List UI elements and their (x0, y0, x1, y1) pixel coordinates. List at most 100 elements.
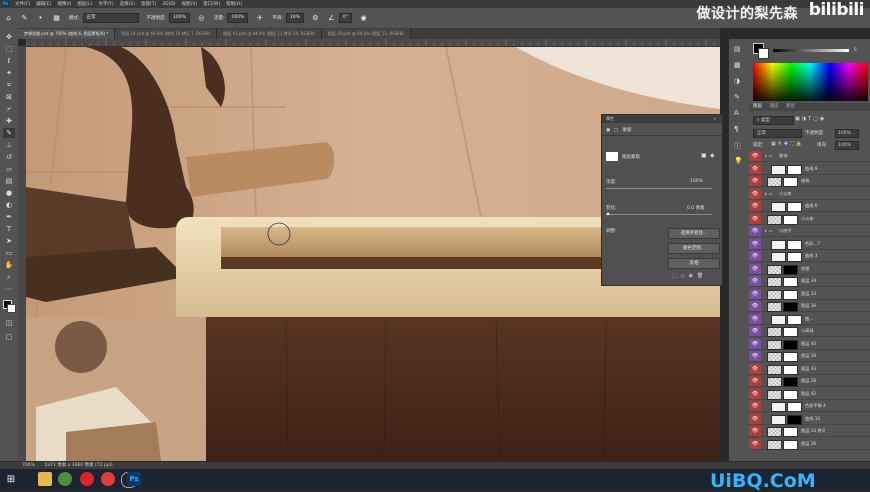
chrome-icon[interactable] (58, 472, 72, 486)
frame-tool-icon[interactable]: ⊠ (3, 92, 15, 102)
layer-row[interactable]: 👁 图层 43 (749, 363, 870, 375)
layer-row[interactable]: 👁 色彩...7 (749, 238, 870, 250)
dodge-tool-icon[interactable]: ◐ (3, 200, 15, 210)
eye-icon[interactable]: 👁 (749, 426, 761, 436)
eye-icon[interactable]: 👁 (749, 188, 761, 199)
mask-thumbnail[interactable] (787, 202, 802, 212)
mask-thumbnail[interactable] (787, 314, 802, 325)
tab-document[interactable]: 图层 15.psb @ 64.4% (图层 11 拷贝 20, RGB/8) (217, 29, 322, 39)
menu-file[interactable]: 文件(F) (15, 1, 30, 7)
eye-icon[interactable]: 👁 (749, 413, 761, 424)
mask-thumbnail[interactable] (783, 302, 798, 312)
mask-thumbnail[interactable] (787, 414, 802, 425)
menu-filter[interactable]: 滤镜(T) (141, 1, 156, 7)
layer-name[interactable]: 图层 40 (801, 339, 816, 349)
mask-thumbnail[interactable] (783, 364, 798, 375)
mask-thumbnail[interactable] (787, 402, 802, 412)
layer-row[interactable]: 👁 图层 36 (749, 301, 870, 312)
light-bulb-icon[interactable]: 💡 (734, 157, 743, 165)
brush-settings-icon[interactable]: ✎ (734, 93, 740, 101)
tab-layers[interactable]: 图层 (753, 104, 762, 109)
eye-icon[interactable]: 👁 (749, 276, 761, 286)
shape-tool-icon[interactable]: ▭ (3, 248, 15, 258)
layer-name[interactable]: 图层 14 拷贝 (801, 426, 826, 436)
eye-icon[interactable]: 👁 (749, 351, 761, 361)
eye-icon[interactable]: 👁 (749, 213, 761, 224)
eye-icon[interactable]: 👁 (749, 313, 761, 324)
stamp-tool-icon[interactable]: ⊥ (3, 140, 15, 150)
fill-field[interactable]: 100% (835, 141, 859, 150)
background-color-swatch[interactable] (7, 304, 16, 313)
mask-thumbnail[interactable] (787, 164, 802, 175)
more-tools-icon[interactable]: ⋯ (3, 284, 15, 294)
feather-value[interactable]: 0.0 像素 (687, 205, 705, 211)
marquee-tool-icon[interactable]: ⬚ (3, 44, 15, 54)
opacity-field[interactable]: 100% (169, 13, 190, 23)
density-slider[interactable] (606, 188, 712, 189)
mask-thumbnail[interactable] (783, 352, 798, 362)
layer-row[interactable]: 👁 服装 (749, 176, 870, 187)
layer-name[interactable]: 曲线 9 (805, 164, 817, 174)
mask-thumbnail[interactable] (787, 252, 802, 262)
layer-row[interactable]: 👁 图层 26 (749, 438, 870, 450)
character-icon[interactable]: A (734, 109, 739, 117)
layer-filter-select[interactable]: ⌕ 类型 (753, 116, 794, 125)
layer-row[interactable]: 👁 图层 34 (749, 276, 870, 287)
windows-start-icon[interactable]: ⊞ (4, 472, 18, 486)
mask-thumbnail[interactable] (783, 339, 798, 350)
eye-icon[interactable]: 👁 (749, 438, 761, 449)
menu-window[interactable]: 窗口(W) (203, 1, 220, 7)
blur-tool-icon[interactable]: ● (3, 188, 15, 198)
airbrush-icon[interactable]: ✈ (255, 14, 264, 23)
pressure-size-icon[interactable]: ◉ (359, 14, 368, 23)
mask-footer-icons[interactable]: ⬚◇◉🗑 (672, 273, 707, 279)
mask-thumbnail[interactable] (783, 177, 798, 187)
layer-row[interactable]: 👁 房屋 (749, 263, 870, 275)
eye-icon[interactable]: 👁 (749, 238, 761, 249)
gear-icon[interactable]: ⚙ (311, 14, 320, 23)
app-red-icon[interactable] (101, 472, 115, 486)
layer-name[interactable]: 房屋 (801, 264, 809, 274)
eye-icon[interactable]: 👁 (749, 376, 761, 386)
mask-thumbnail[interactable] (783, 214, 798, 225)
layer-name[interactable]: 小火车 (779, 189, 792, 199)
brush-preset-icon[interactable]: • (36, 14, 45, 23)
layer-name[interactable]: 色彩...7 (805, 239, 820, 249)
layer-name[interactable]: 小高球 (801, 326, 814, 336)
layer-name[interactable]: 曲... (805, 314, 813, 324)
angle-field[interactable]: 0° (338, 13, 353, 23)
hand-tool-icon[interactable]: ✋ (3, 260, 15, 270)
folder-icon[interactable]: ▸ ▭ (765, 226, 772, 236)
folder-icon[interactable]: ▸ ▭ (765, 151, 772, 161)
layer-name[interactable]: 图层 42 (801, 389, 816, 399)
tab-document[interactable]: 梦想思路.psd @ 700% (曲线 6, 图层蒙版/8) * (18, 29, 116, 39)
healing-brush-icon[interactable]: ✚ (3, 116, 15, 126)
mask-thumbnail[interactable] (783, 277, 798, 287)
photoshop-taskbar-icon[interactable]: Ps (127, 472, 141, 486)
home-icon[interactable]: ⌂ (4, 14, 13, 23)
path-select-icon[interactable]: ➤ (3, 236, 15, 246)
layer-opacity-field[interactable]: 100% (835, 129, 859, 138)
layer-name[interactable]: 装饰 (779, 151, 787, 161)
eye-icon[interactable]: 👁 (749, 263, 761, 274)
quick-select-icon[interactable]: ✦ (3, 68, 15, 78)
layer-name[interactable]: 图层 43 (801, 364, 816, 374)
layer-row[interactable]: 👁 图层 33 (749, 288, 870, 300)
panel-collapse-icon[interactable]: » (714, 115, 716, 123)
layer-row[interactable]: 👁 小高球 (749, 326, 870, 337)
menu-3d[interactable]: 3D(D) (162, 2, 175, 7)
layer-name[interactable]: 曲线 3 (805, 251, 817, 261)
info-icon[interactable]: ⓘ (734, 141, 741, 151)
eye-icon[interactable]: 👁 (749, 251, 761, 261)
color-range-button[interactable]: 颜色范围... (668, 243, 720, 254)
layer-row[interactable]: 👁 图层 14 拷贝 (749, 426, 870, 437)
eye-icon[interactable]: 👁 (749, 363, 761, 374)
tab-document[interactable]: 图层 14.psb @ 66.6% (曲线 19 拷贝 7, RGB/8) (115, 29, 218, 39)
eye-icon[interactable]: 👁 (749, 338, 761, 349)
layer-row[interactable]: 👁 曲线 10 (749, 413, 870, 425)
lasso-tool-icon[interactable]: ℓ (3, 56, 15, 66)
layer-row[interactable]: 👁 图层 40 (749, 338, 870, 350)
layer-row[interactable]: 👁 曲线 9 (749, 163, 870, 175)
select-mask-icon[interactable]: ▣ (701, 152, 707, 159)
layer-row[interactable]: 👁 色彩平衡 4 (749, 401, 870, 412)
